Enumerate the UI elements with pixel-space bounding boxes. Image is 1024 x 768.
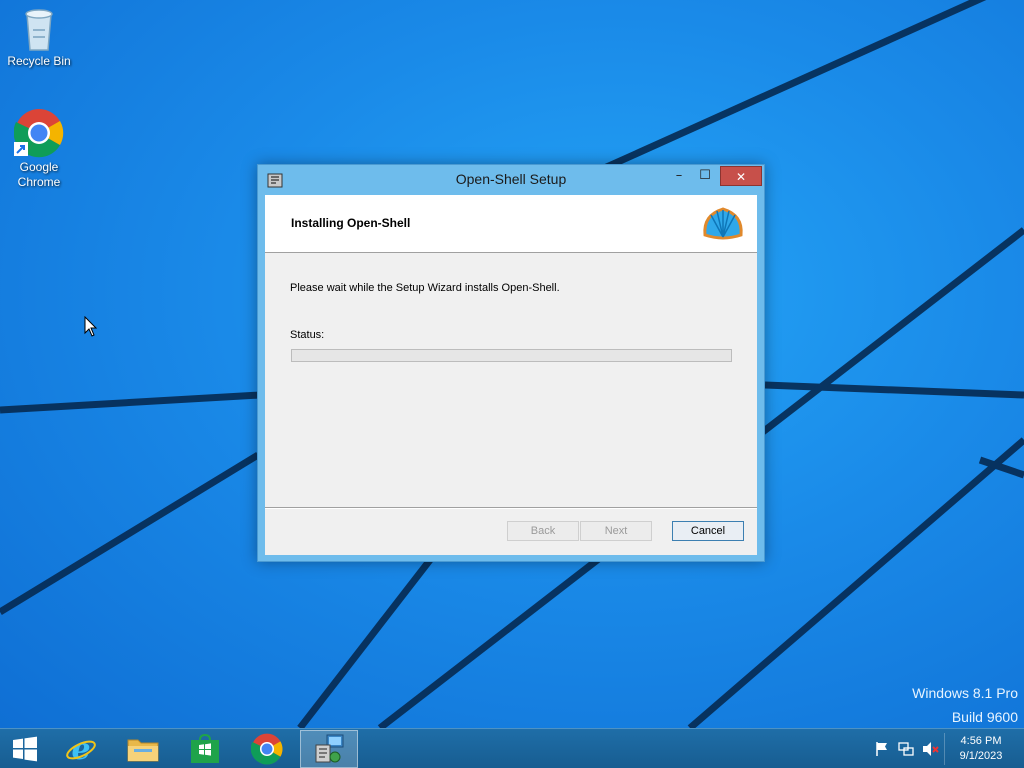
footer-divider bbox=[265, 507, 757, 509]
mouse-cursor-icon bbox=[84, 316, 98, 337]
setup-installer-icon bbox=[315, 734, 344, 763]
taskbar: e 4:56 PM 9/1/2023 bbox=[0, 728, 1024, 768]
wizard-message: Please wait while the Setup Wizard insta… bbox=[290, 282, 560, 294]
desktop-icon-label: Recycle Bin bbox=[7, 54, 71, 68]
banner-heading: Installing Open-Shell bbox=[291, 216, 411, 230]
start-button[interactable] bbox=[0, 730, 50, 768]
file-explorer-icon bbox=[127, 739, 159, 762]
wizard-banner: Installing Open-Shell bbox=[265, 195, 757, 253]
taskbar-windows-store[interactable] bbox=[176, 730, 234, 768]
setup-window[interactable]: Open-Shell Setup – ☐ ✕ Installing Open-S… bbox=[257, 164, 765, 562]
clock-date: 9/1/2023 bbox=[959, 750, 1003, 762]
svg-text:e: e bbox=[71, 733, 90, 765]
install-progress-bar bbox=[291, 349, 732, 362]
chrome-icon bbox=[14, 109, 64, 158]
action-center-flag-icon[interactable] bbox=[874, 741, 890, 757]
desktop-icon-recycle-bin[interactable]: Recycle Bin bbox=[3, 6, 75, 69]
status-label: Status: bbox=[290, 329, 325, 341]
volume-muted-icon[interactable] bbox=[922, 741, 940, 757]
tray-separator bbox=[944, 733, 945, 765]
windows-store-icon bbox=[191, 734, 219, 763]
desktop-icon-google-chrome[interactable]: Google Chrome bbox=[3, 108, 75, 190]
minimize-button[interactable]: – bbox=[666, 166, 692, 186]
recycle-bin-icon bbox=[25, 9, 53, 51]
cancel-button[interactable]: Cancel bbox=[672, 521, 744, 541]
network-icon[interactable] bbox=[898, 741, 914, 757]
open-shell-logo-icon bbox=[703, 207, 743, 240]
windows-edition-watermark: Windows 8.1 Pro bbox=[912, 685, 1018, 701]
desktop: Recycle Bin Google Chrome Windows 8.1 Pr… bbox=[0, 0, 1024, 728]
window-client-area: Installing Open-Shell Please wait while … bbox=[265, 195, 757, 555]
taskbar-file-explorer[interactable] bbox=[114, 730, 172, 768]
taskbar-setup-installer[interactable] bbox=[300, 730, 358, 768]
maximize-button[interactable]: ☐ bbox=[692, 166, 718, 186]
next-button[interactable]: Next bbox=[580, 521, 652, 541]
taskbar-internet-explorer[interactable]: e bbox=[52, 730, 110, 768]
internet-explorer-icon: e bbox=[66, 733, 96, 765]
chrome-icon bbox=[251, 733, 283, 765]
desktop-icon-label: Google Chrome bbox=[17, 160, 61, 189]
window-titlebar[interactable]: Open-Shell Setup – ☐ ✕ bbox=[258, 165, 764, 195]
close-button[interactable]: ✕ bbox=[720, 166, 762, 186]
taskbar-clock[interactable]: 4:56 PM 9/1/2023 bbox=[948, 734, 1014, 764]
back-button[interactable]: Back bbox=[507, 521, 579, 541]
windows-build-watermark: Build 9600 bbox=[951, 709, 1018, 725]
clock-time: 4:56 PM bbox=[960, 735, 1002, 747]
windows-start-icon bbox=[13, 736, 37, 762]
taskbar-google-chrome[interactable] bbox=[238, 730, 296, 768]
